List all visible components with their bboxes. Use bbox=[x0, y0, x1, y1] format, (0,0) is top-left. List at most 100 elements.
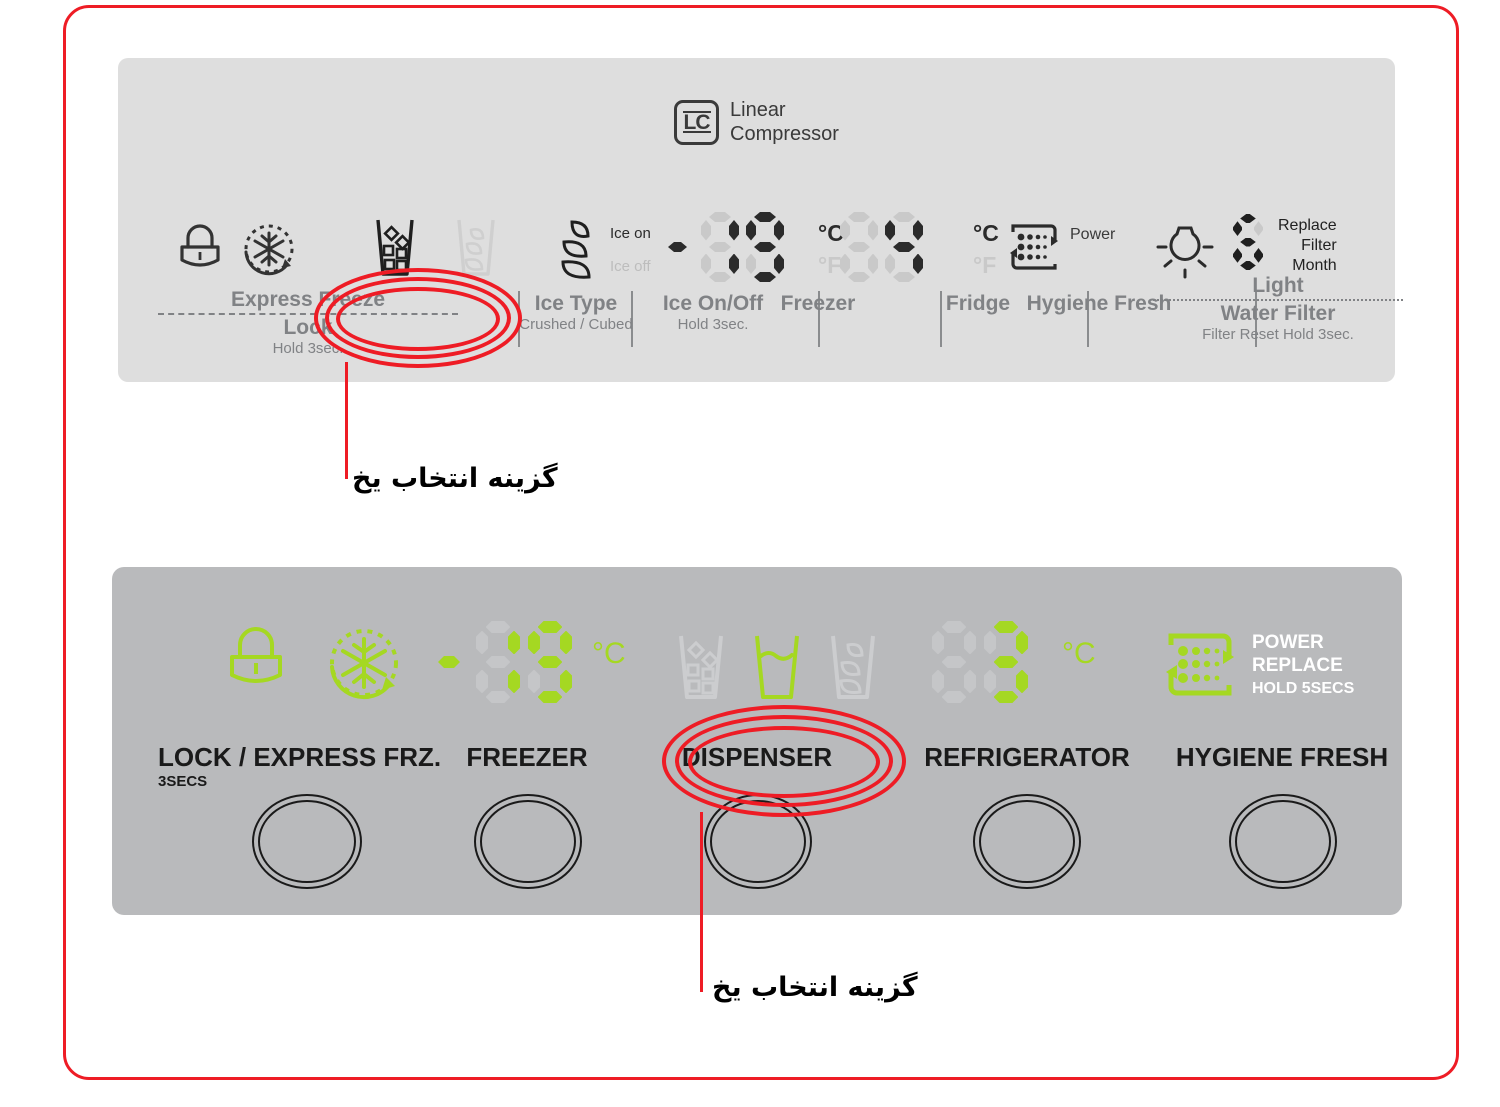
segment-d bbox=[486, 691, 511, 703]
segment-c bbox=[729, 254, 739, 275]
segment-g bbox=[709, 242, 731, 252]
segment-e bbox=[840, 254, 850, 275]
button-freezer-bottom[interactable]: FREEZER bbox=[412, 742, 642, 773]
seven-segment-digit bbox=[885, 212, 923, 282]
annotation-text-top: گزینه انتخاب یخ bbox=[352, 463, 558, 494]
seven-segment-group bbox=[438, 621, 572, 703]
segment-d bbox=[942, 691, 967, 703]
replace-line-1: Replace bbox=[1278, 217, 1337, 234]
brand-line-2: Compressor bbox=[730, 123, 839, 145]
hygiene-line-2: REPLACE bbox=[1252, 655, 1343, 676]
segment-e bbox=[984, 670, 996, 694]
segment-c bbox=[868, 254, 878, 275]
replace-line-3: Month bbox=[1292, 257, 1337, 274]
crushed-ice-glass-icon-led-off[interactable] bbox=[824, 631, 882, 712]
bottom-panel-icon-row: °C °C POWER REPLACE HOLD 5SECS bbox=[112, 609, 1402, 719]
segment-e bbox=[932, 670, 944, 694]
segment-f bbox=[840, 220, 850, 241]
segment-a bbox=[709, 212, 731, 222]
filter-reset-hint: Filter Reset Hold 3sec. bbox=[1202, 326, 1354, 343]
segment-a bbox=[538, 621, 563, 633]
fridge-temperature-display bbox=[840, 212, 923, 282]
segment-a bbox=[893, 212, 915, 222]
lock-icon[interactable] bbox=[171, 220, 229, 283]
seven-segment-digit bbox=[746, 212, 784, 282]
seven-segment-digit bbox=[476, 621, 520, 703]
freezer-unit-celsius-led: °C bbox=[592, 637, 626, 670]
segment-e bbox=[701, 254, 711, 275]
seven-segment-digit bbox=[1233, 214, 1263, 270]
segment-a bbox=[994, 621, 1019, 633]
lg-top-control-panel: LC Linear Compressor Ice on Ice off °C °… bbox=[118, 58, 1403, 382]
hygiene-fresh-label-bottom: HYGIENE FRESH bbox=[1175, 742, 1389, 772]
segment-b bbox=[964, 631, 976, 655]
annotation-leader-line-top bbox=[345, 362, 348, 479]
seven-segment-group bbox=[932, 621, 1028, 703]
segment-d bbox=[538, 691, 563, 703]
light-filter-divider bbox=[1153, 299, 1403, 301]
express-freeze-snowflake-icon-led[interactable] bbox=[320, 619, 408, 712]
segment-b bbox=[868, 220, 878, 241]
freezer-temperature-display bbox=[668, 212, 784, 282]
hygiene-power-replace-label: POWER REPLACE HOLD 5SECS bbox=[1252, 631, 1354, 700]
hygiene-fresh-filter-icon[interactable] bbox=[1003, 216, 1065, 283]
ice-off-label: Ice off bbox=[610, 258, 651, 275]
seven-segment-group bbox=[840, 212, 923, 282]
segment-d bbox=[709, 272, 731, 282]
segment-f bbox=[932, 631, 944, 655]
fridge-unit-fahrenheit: °F bbox=[973, 252, 997, 278]
segment-c bbox=[774, 254, 784, 275]
brand-line-1: Linear bbox=[730, 99, 786, 121]
ice-on-off-icon[interactable] bbox=[558, 218, 602, 287]
segment-b bbox=[560, 631, 572, 655]
segment-b bbox=[774, 220, 784, 241]
segment-g bbox=[942, 656, 967, 668]
lc-logo-text: LC bbox=[682, 111, 711, 134]
minus-sign bbox=[438, 656, 460, 668]
hygiene-fresh-filter-icon-led[interactable] bbox=[1157, 623, 1245, 710]
hygiene-power-label: Power bbox=[1070, 226, 1116, 243]
hygiene-line-3: HOLD 5SECS bbox=[1252, 680, 1355, 697]
water-glass-icon-led-on[interactable] bbox=[748, 631, 806, 712]
refrigerator-button-circle[interactable] bbox=[973, 794, 1081, 889]
freezer-temperature-display-led bbox=[438, 621, 572, 703]
hygiene-line-1: POWER bbox=[1252, 632, 1324, 653]
lock-icon-led[interactable] bbox=[218, 623, 294, 708]
highlight-ellipse-dispenser-inner bbox=[688, 726, 880, 798]
segment-g bbox=[848, 242, 870, 252]
express-freeze-snowflake-icon[interactable] bbox=[238, 218, 300, 285]
refrigerator-temperature-display-led bbox=[932, 621, 1028, 703]
freezer-button-circle[interactable] bbox=[474, 794, 582, 889]
segment-e bbox=[885, 254, 895, 275]
segment-b bbox=[729, 220, 739, 241]
segment-c bbox=[560, 670, 572, 694]
seven-segment-group bbox=[1233, 214, 1263, 270]
segment-c bbox=[1016, 670, 1028, 694]
seven-segment-digit bbox=[528, 621, 572, 703]
refrigerator-unit-celsius-led: °C bbox=[1062, 637, 1096, 670]
segment-c bbox=[913, 254, 923, 275]
button-hygiene-fresh-bottom[interactable]: HYGIENE FRESH bbox=[1132, 742, 1432, 773]
linear-compressor-brand: LC Linear Compressor bbox=[674, 98, 839, 146]
segment-f bbox=[1233, 221, 1242, 236]
segment-f bbox=[885, 220, 895, 241]
segment-f bbox=[701, 220, 711, 241]
segment-d bbox=[994, 691, 1019, 703]
button-light-water-filter[interactable]: Light Water Filter Filter Reset Hold 3se… bbox=[1153, 274, 1403, 343]
segment-d bbox=[1240, 261, 1256, 270]
cubed-ice-glass-icon-led-off[interactable] bbox=[672, 631, 730, 712]
hygiene-fresh-button-circle[interactable] bbox=[1229, 794, 1337, 889]
seven-segment-digit bbox=[840, 212, 878, 282]
minus-sign bbox=[668, 242, 687, 252]
button-lock-express-frz[interactable]: LOCK / EXPRESS FRZ. 3SECS bbox=[122, 742, 452, 790]
freezer-label-bottom: FREEZER bbox=[466, 742, 588, 772]
fridge-unit-celsius: °C bbox=[973, 220, 999, 246]
segment-g bbox=[486, 656, 511, 668]
segment-g bbox=[893, 242, 915, 252]
lock-express-frz-button-circle[interactable] bbox=[252, 794, 362, 889]
segment-a bbox=[1240, 214, 1256, 223]
segment-c bbox=[964, 670, 976, 694]
replace-filter-month-label: Replace Filter Month bbox=[1278, 216, 1337, 276]
ice-on-label: Ice on bbox=[610, 225, 651, 242]
annotation-text-bottom: گزینه انتخاب یخ bbox=[712, 972, 918, 1003]
